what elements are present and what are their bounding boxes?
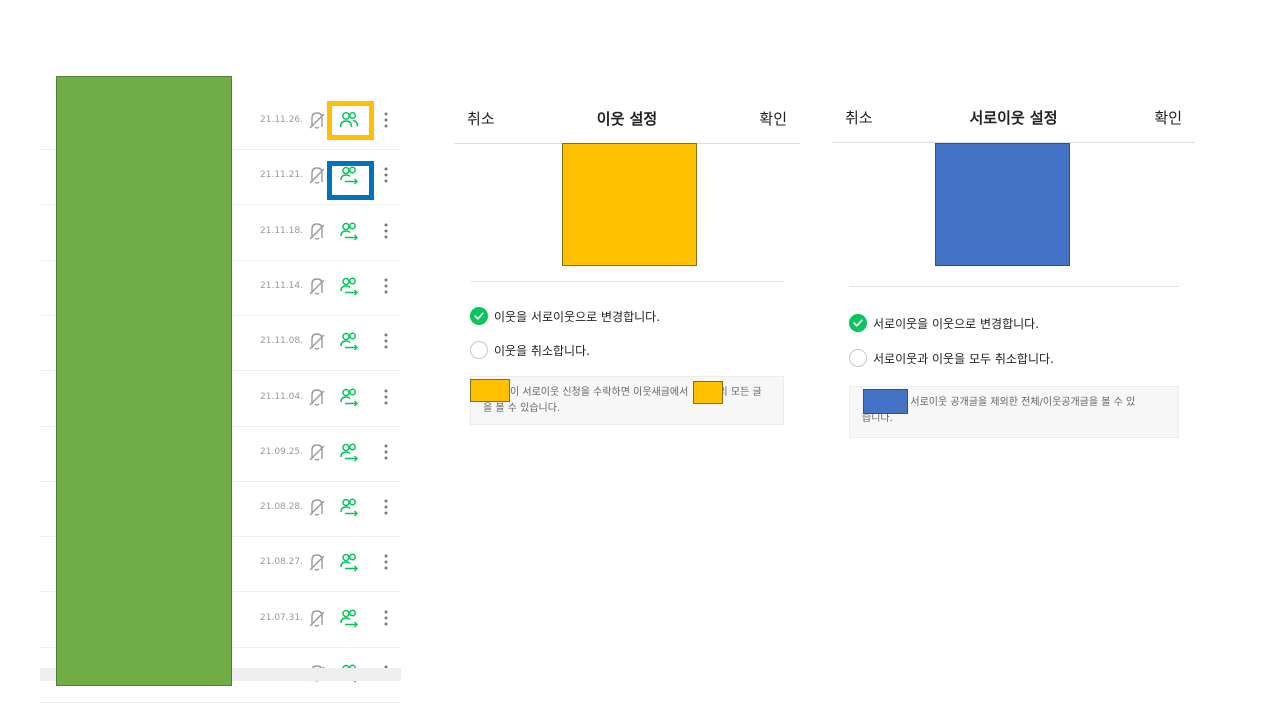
cancel-button[interactable]: 취소 (845, 94, 873, 142)
more-icon[interactable] (375, 109, 388, 131)
mutual-neighbor-icon[interactable] (338, 275, 360, 297)
redacted-profile-image (935, 143, 1070, 266)
mute-icon[interactable] (306, 109, 328, 131)
more-icon[interactable] (375, 330, 388, 352)
mute-icon[interactable] (306, 164, 328, 186)
mutual-neighbor-icon[interactable] (338, 330, 360, 352)
confirm-button[interactable]: 확인 (1154, 94, 1182, 142)
row-date: 21.08.28. (260, 502, 303, 513)
more-icon[interactable] (375, 164, 388, 186)
more-icon[interactable] (375, 551, 388, 573)
option-change-to-mutual[interactable]: 이웃을 서로이웃으로 변경합니다. (470, 305, 660, 327)
row-date: 21.11.26. (260, 115, 303, 125)
divider (849, 286, 1179, 287)
neighbor-icon-highlight (327, 101, 374, 140)
info-text-tail: 의 모든 글 (718, 387, 762, 398)
mutual-neighbor-icon[interactable] (338, 386, 360, 408)
dialog-title: 서로이웃 설정 (969, 109, 1058, 127)
radio-unchecked-icon[interactable] (849, 349, 867, 367)
redacted-profile-area (56, 76, 232, 686)
more-icon[interactable] (375, 386, 388, 408)
mutual-neighbor-icon[interactable] (338, 496, 360, 518)
mute-icon[interactable] (306, 330, 328, 352)
option-cancel-all[interactable]: 서로이웃과 이웃을 모두 취소합니다. (849, 347, 1054, 369)
mute-icon[interactable] (306, 607, 328, 629)
mute-icon[interactable] (306, 441, 328, 463)
mutual-neighbor-icon[interactable] (338, 220, 360, 242)
option-label: 이웃을 취소합니다. (494, 343, 590, 358)
info-box: 이 서로이웃 신청을 수락하면 이웃새글에서 의 모든 글 을 볼 수 있습니다… (470, 376, 784, 425)
more-icon[interactable] (375, 607, 388, 629)
row-date: 21.11.14. (260, 280, 303, 291)
option-cancel-neighbor[interactable]: 이웃을 취소합니다. (470, 339, 590, 361)
neighbor-settings-dialog: 이웃 설정 취소 확인 이웃을 서로이웃으로 변경합니다. 이웃을 취소합니다.… (454, 95, 800, 430)
row-date: 21.09.25. (260, 446, 303, 457)
radio-checked-icon[interactable] (470, 307, 488, 325)
mutual-neighbor-icon[interactable] (338, 551, 360, 573)
row-date: 21.11.18. (260, 225, 303, 236)
mute-icon[interactable] (306, 220, 328, 242)
radio-checked-icon[interactable] (849, 314, 867, 332)
mutual-neighbor-icon[interactable] (338, 607, 360, 629)
more-icon[interactable] (375, 275, 388, 297)
mute-icon[interactable] (306, 551, 328, 573)
row-date: 21.11.08. (260, 336, 303, 347)
dialog-title: 이웃 설정 (596, 110, 658, 128)
redacted-profile-image (562, 143, 697, 266)
redacted-nickname (693, 381, 723, 404)
option-change-to-neighbor[interactable]: 서로이웃을 이웃으로 변경합니다. (849, 312, 1039, 334)
row-date: 21.08.27. (260, 557, 303, 568)
mute-icon[interactable] (306, 386, 328, 408)
more-icon[interactable] (375, 220, 388, 242)
option-label: 이웃을 서로이웃으로 변경합니다. (494, 309, 661, 324)
mutual-neighbor-settings-dialog: 서로이웃 설정 취소 확인 서로이웃을 이웃으로 변경합니다. 서로이웃과 이웃… (832, 94, 1195, 444)
option-label: 서로이웃과 이웃을 모두 취소합니다. (873, 351, 1054, 366)
mute-icon[interactable] (306, 275, 328, 297)
row-date: 21.11.21. (260, 170, 303, 181)
row-date: 21.11.04. (260, 391, 303, 402)
more-icon[interactable] (375, 441, 388, 463)
redacted-nickname (863, 389, 908, 414)
dialog-header: 서로이웃 설정 취소 확인 (832, 94, 1195, 143)
mute-icon[interactable] (306, 496, 328, 518)
option-label: 서로이웃을 이웃으로 변경합니다. (873, 316, 1040, 331)
redacted-nickname (470, 379, 510, 402)
more-icon[interactable] (375, 496, 388, 518)
mutual-neighbor-icon-highlight (327, 161, 374, 200)
dialog-header: 이웃 설정 취소 확인 (454, 95, 800, 144)
info-text: 이 서로이웃 신청을 수락하면 이웃새글에서 (510, 387, 692, 398)
info-text-line2: 을 볼 수 있습니다. (483, 403, 561, 414)
confirm-button[interactable]: 확인 (759, 95, 787, 143)
mutual-neighbor-icon[interactable] (338, 441, 360, 463)
cancel-button[interactable]: 취소 (467, 95, 495, 143)
divider (470, 281, 784, 282)
row-date: 21.07.31. (260, 612, 303, 623)
radio-unchecked-icon[interactable] (470, 341, 488, 359)
